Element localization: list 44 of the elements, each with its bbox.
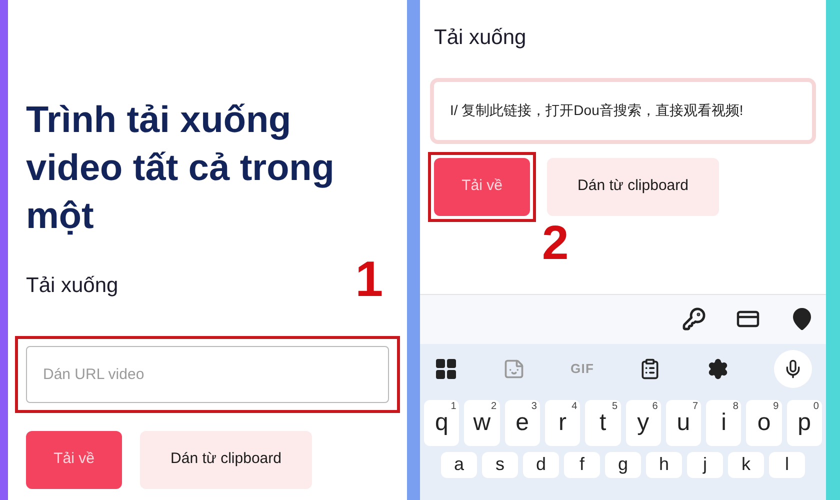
keyboard-key[interactable]: g [605,452,641,478]
key-hint: 3 [531,402,537,412]
key-hint: 9 [773,402,779,412]
key-hint: 1 [450,402,456,412]
keyboard-key[interactable]: a [441,452,477,478]
keyboard-key[interactable]: e 3 [504,400,540,446]
microphone-button[interactable] [774,350,812,388]
keyboard-key[interactable]: q 1 [424,400,460,446]
key-hint: 2 [491,402,497,412]
keyboard-key[interactable]: t 5 [585,400,620,446]
url-input-field[interactable]: I/ 复制此链接，打开Dou音搜索，直接观看视频! [430,78,816,144]
key-hint: 6 [652,402,658,412]
keyboard-key[interactable]: p 0 [786,400,822,446]
settings-icon[interactable] [706,358,729,380]
keyboard-key[interactable]: j [687,452,723,478]
paste-clipboard-button[interactable]: Dán từ clipboard [140,430,312,488]
paste-clipboard-button[interactable]: Dán từ clipboard [547,158,719,216]
keyboard-key[interactable]: s [482,452,518,478]
section-label: Tải xuống [26,273,118,299]
step-number: 2 [542,220,570,268]
keyboard-key[interactable]: l [769,452,805,478]
key-hint: 8 [732,402,738,412]
location-pin-icon[interactable] [790,307,814,331]
key-hint: 5 [612,402,618,412]
keyboard-key[interactable]: y 6 [626,400,661,446]
keyboard-key[interactable]: u 7 [666,400,702,446]
keyboard-key[interactable]: f [564,452,600,478]
keyboard-key[interactable]: h [646,452,682,478]
section-label: Tải xuống [434,25,528,51]
page-heading: Trình tải xuống video tất cả trong một [26,98,336,238]
keyboard-key[interactable]: k [728,452,764,478]
url-input-field[interactable]: Dán URL video [26,346,389,402]
apps-grid-icon[interactable] [434,356,458,380]
step-number: 1 [355,254,383,304]
keyboard-key[interactable]: i 8 [706,400,742,446]
clipboard-icon[interactable] [639,358,662,380]
keyboard-key[interactable]: w 2 [464,400,500,446]
keyboard-key[interactable]: r 4 [544,400,580,446]
key-hint: 4 [572,402,578,412]
key-hint: 7 [692,402,698,412]
key-hint: 0 [813,402,819,412]
key-icon[interactable] [682,307,706,331]
keyboard-key[interactable]: o 9 [746,400,782,446]
keyboard-key[interactable]: d [523,452,559,478]
